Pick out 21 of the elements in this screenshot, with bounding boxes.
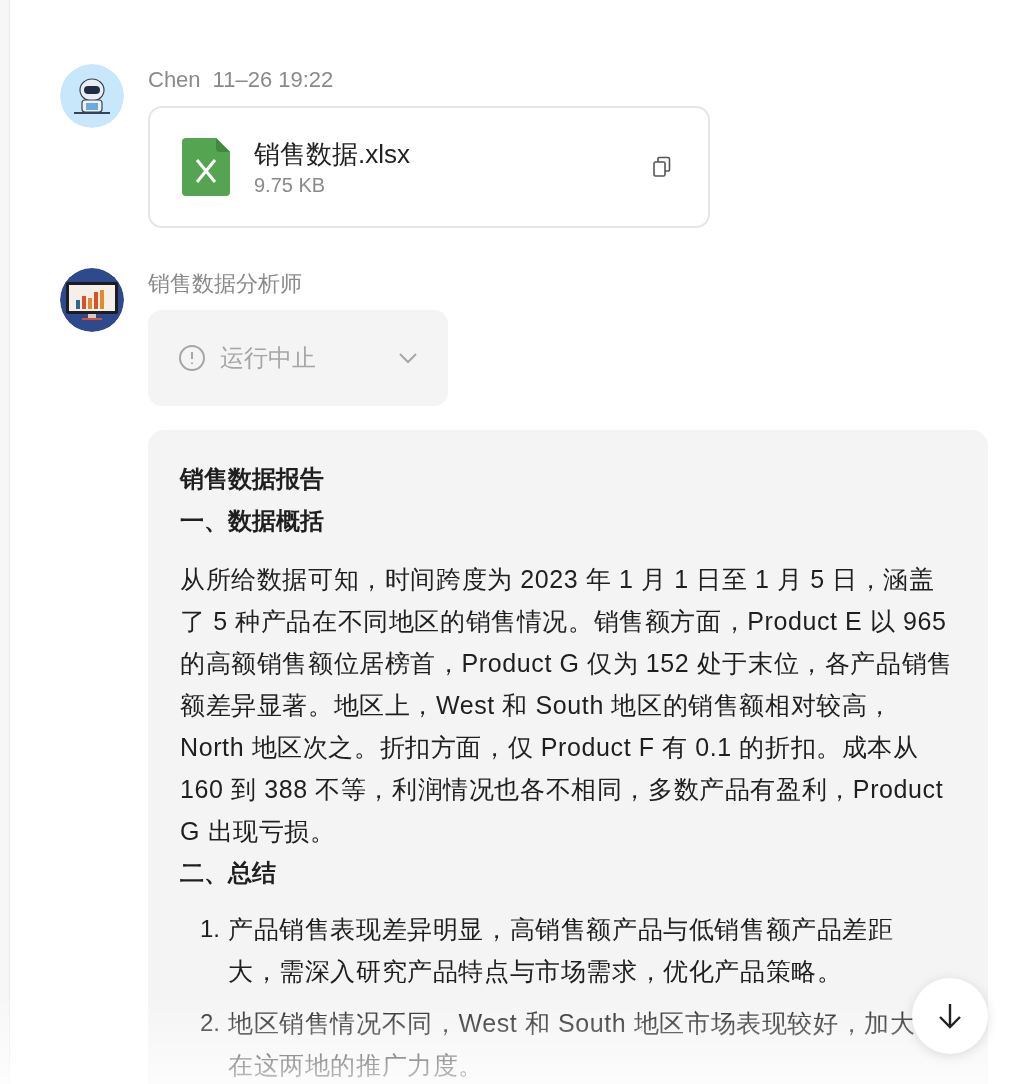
- list-number: 1.: [199, 914, 220, 944]
- section-heading: 一、数据概括: [180, 506, 325, 536]
- list-item-text: 地区销售情况不同，West 和 South 地区市场表现较好，加大在这两地的推广力度。: [228, 1008, 916, 1081]
- section-heading: 二、总结: [180, 858, 277, 888]
- arrow-down-icon: [938, 1002, 962, 1030]
- report-title: 销售数据报告: [180, 464, 325, 494]
- list-number: 2.: [199, 1008, 220, 1038]
- list-item-text: 产品销售表现差异明显，高销售额产品与低销售额产品差距大，需深入研究产品特点与市场需求，优化产品策略。: [228, 914, 895, 987]
- file-size: 9.75 KB: [254, 174, 327, 197]
- avatar: [60, 268, 124, 332]
- copy-icon: [652, 156, 672, 178]
- alert-icon: [178, 344, 206, 372]
- chevron-icon: [398, 352, 418, 364]
- file-card[interactable]: 销售数据.xlsx 9.75 KB: [148, 106, 710, 228]
- spreadsheet-file-icon: [182, 138, 230, 196]
- message-time: 11–26 19:22: [212, 66, 334, 94]
- avatar: [60, 64, 124, 128]
- sender-name: Chen: [148, 66, 201, 94]
- file-name: 销售数据.xlsx: [254, 138, 411, 171]
- report-paragraph: 从所给数据可知，时间跨度为 2023 年 1 月 1 日至 1 月 5 日，涵盖了 5 种产品在不同地区的销售情况。销售额方面，Product E 以 965 的高额销售额位居榜首，Product G 仅为 152 处于末位，各产品销售额差异显著。地区上，West 和 South 地区的销售额相对较高，North 地区次之。折扣方面，仅 Product F 有 0.1 的折扣。成本从 160 到 388 不等，利润情况也各不相同，多数产品有盈利，Product G 出现亏损。: [180, 564, 954, 847]
- assistant-name: 销售数据分析师: [148, 270, 302, 298]
